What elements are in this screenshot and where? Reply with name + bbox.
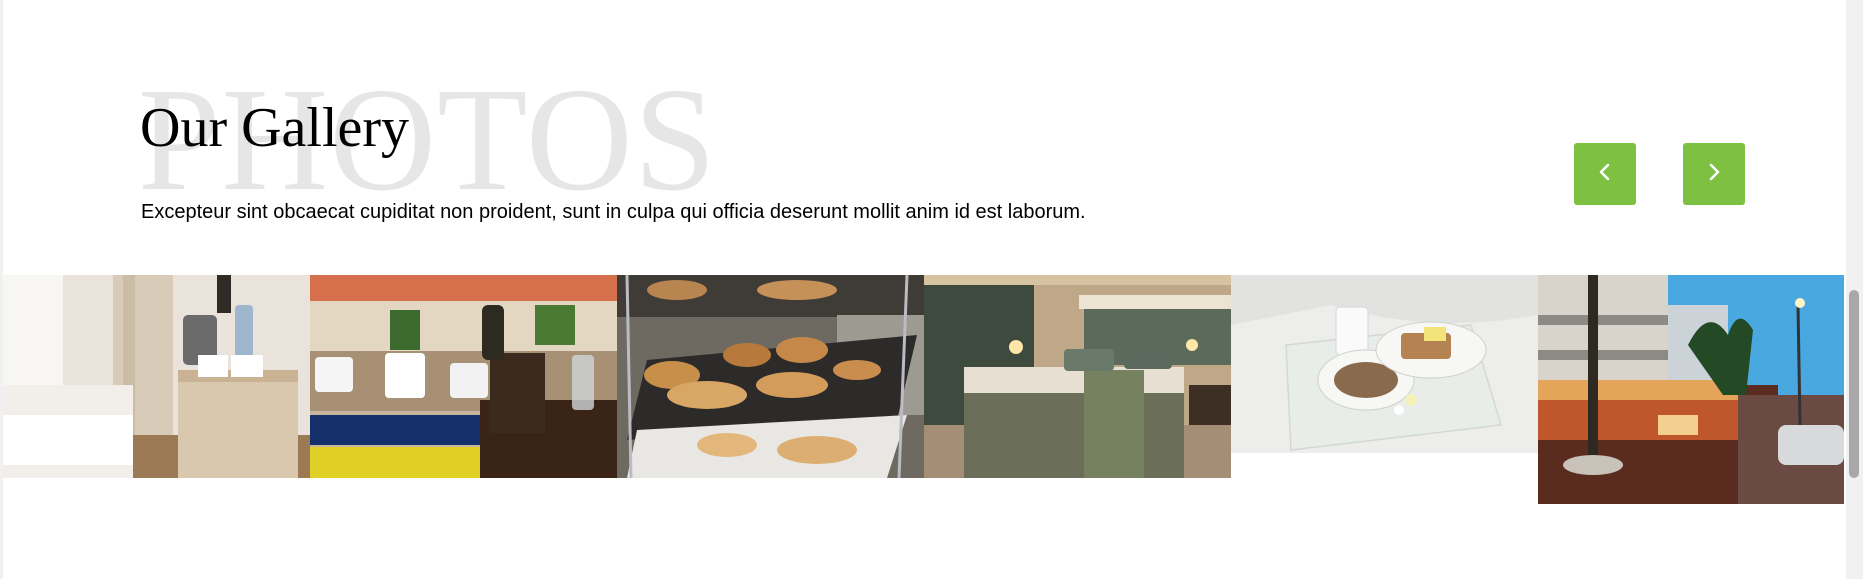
chevron-right-icon	[1703, 161, 1725, 188]
photo-room-kettle[interactable]	[3, 275, 310, 478]
photo-hotel-bedroom[interactable]	[924, 275, 1231, 478]
gallery-description: Excepteur sint obcaecat cupiditat non pr…	[141, 201, 1086, 223]
photo-street-night-cafe[interactable]	[1538, 275, 1844, 504]
scrollbar-thumb[interactable]	[1849, 290, 1859, 478]
gallery-strip	[3, 275, 1844, 504]
gallery-title: Our Gallery	[140, 97, 410, 159]
carousel-prev-button[interactable]	[1574, 143, 1636, 205]
photo-breakfast-tray[interactable]	[1231, 275, 1538, 453]
carousel-next-button[interactable]	[1683, 143, 1745, 205]
page-scrollbar[interactable]	[1846, 0, 1863, 579]
photo-terrace-champagne[interactable]	[310, 275, 617, 478]
chevron-left-icon	[1594, 161, 1616, 188]
photo-pastry-stand[interactable]	[617, 275, 924, 478]
